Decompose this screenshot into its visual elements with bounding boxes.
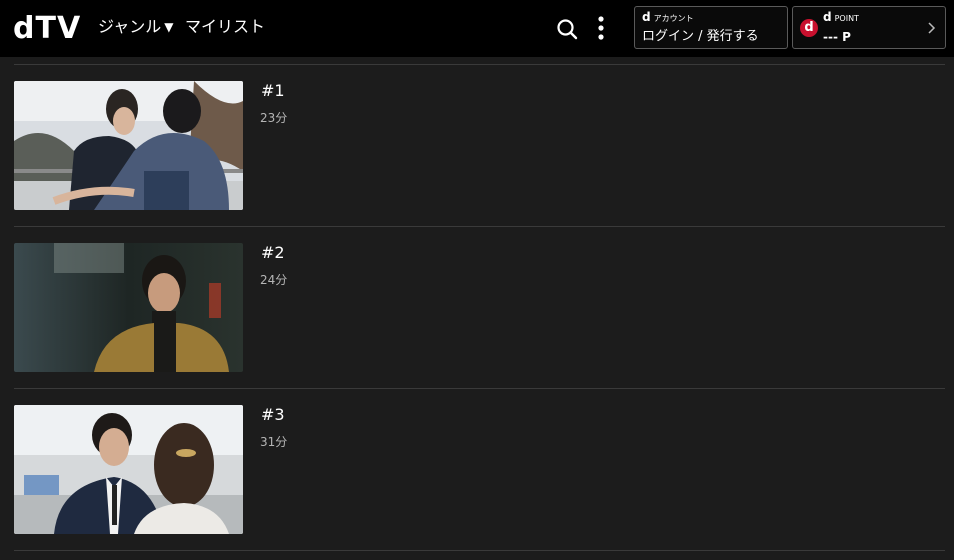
d-point-button[interactable]: d d POINT --- P (792, 6, 946, 49)
mylist-link[interactable]: マイリスト (185, 17, 265, 37)
caret-down-icon: ▼ (164, 20, 174, 34)
episode-thumbnail-2[interactable] (14, 243, 243, 372)
episode-item-3[interactable]: #3 31分 (0, 405, 954, 535)
episode-title: #1 (261, 81, 285, 100)
episode-duration: 31分 (260, 435, 288, 449)
episode-title: #2 (261, 243, 285, 262)
dtv-logo[interactable]: dTV (13, 11, 81, 47)
episode-title: #3 (261, 405, 285, 424)
login-label: ログイン / 発行する (642, 29, 759, 44)
episode-item-2[interactable]: #2 24分 (0, 243, 954, 373)
point-value: --- P (823, 30, 851, 44)
more-vertical-icon[interactable] (596, 15, 606, 41)
d-account-label: d アカウント (642, 10, 694, 24)
episode-thumbnail-1[interactable] (14, 81, 243, 210)
divider (14, 388, 945, 389)
login-button[interactable]: d アカウント ログイン / 発行する (634, 6, 788, 49)
episode-item-1[interactable]: #1 23分 (0, 81, 954, 211)
chevron-right-icon (928, 22, 936, 34)
genre-menu[interactable]: ジャンル ▼ (98, 17, 173, 38)
d-point-logo-icon: d (800, 19, 818, 37)
episode-duration: 23分 (260, 111, 288, 125)
divider (14, 64, 945, 65)
search-icon[interactable] (555, 17, 579, 41)
divider (14, 226, 945, 227)
d-point-label: d POINT (823, 10, 859, 24)
top-header: dTV ジャンル ▼ マイリスト d アカウント ログイン / 発行する d d PO… (0, 0, 954, 57)
episode-thumbnail-3[interactable] (14, 405, 243, 534)
genre-menu-label: ジャンル (98, 17, 162, 36)
divider (14, 550, 945, 551)
episode-duration: 24分 (260, 273, 288, 287)
